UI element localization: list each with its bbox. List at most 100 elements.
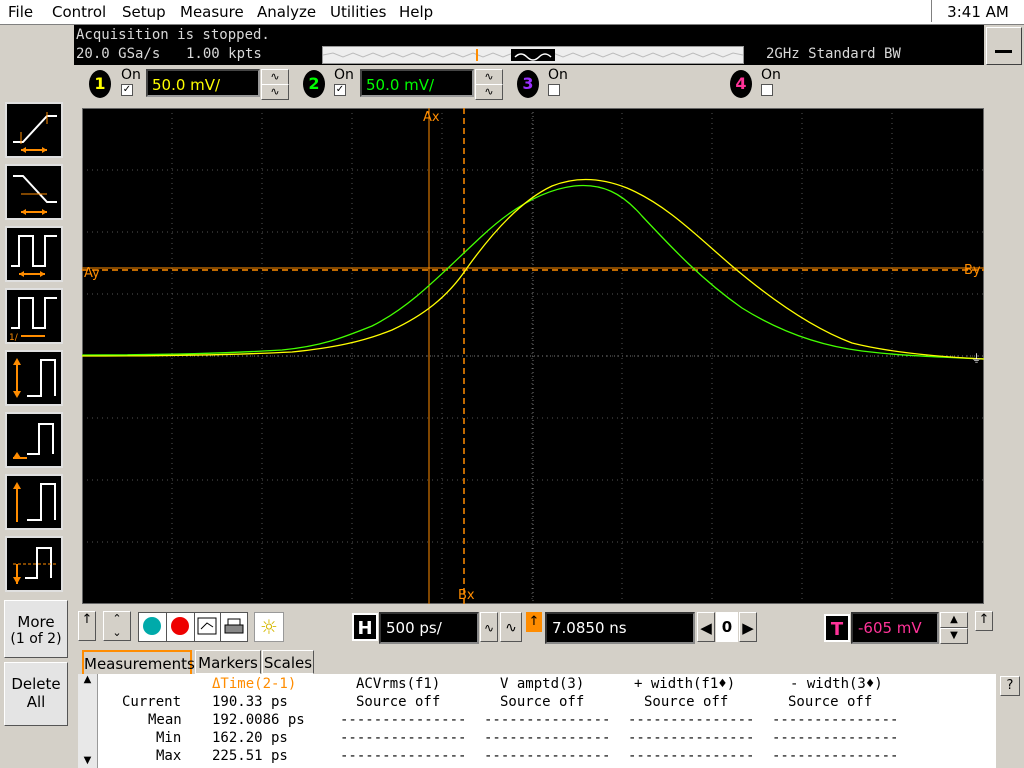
measurement-header-acvrms: ACVrms(f1) <box>356 676 441 692</box>
more-tools-button[interactable]: More (1 of 2) <box>4 600 68 658</box>
rise-time-icon <box>13 112 57 153</box>
delta-time-current: 190.33 ps <box>212 694 288 710</box>
vavg-tool[interactable] <box>5 536 63 592</box>
menu-file[interactable]: File <box>8 3 33 21</box>
period-tool[interactable] <box>5 226 63 282</box>
bottom-up-arrow-button[interactable]: ↑ <box>78 611 96 641</box>
neg-width-max: --------------- <box>772 748 899 764</box>
channel-4-on-label: On <box>761 67 781 83</box>
run-button[interactable] <box>138 612 168 642</box>
channel-1-scale[interactable]: 50.0 mV/ <box>146 69 260 97</box>
delete-all-label: All <box>26 693 46 711</box>
delay-reference-value[interactable]: 0 <box>716 612 738 642</box>
trigger-level-up-button[interactable]: ▲ <box>940 612 968 628</box>
channel-1-badge[interactable]: 1 <box>89 70 111 98</box>
trigger-label[interactable]: T <box>824 614 850 642</box>
vmin-tool[interactable] <box>5 412 63 468</box>
menu-help[interactable]: Help <box>399 3 433 21</box>
measurement-header-delta-time: ΔTime(2-1) <box>212 676 297 692</box>
rise-time-tool[interactable] <box>5 102 63 158</box>
printer-icon <box>224 618 244 634</box>
menu-control[interactable]: Control <box>52 3 106 21</box>
delay-increase-button[interactable]: ▶ <box>739 612 757 642</box>
channel-2-badge[interactable]: 2 <box>303 70 325 98</box>
single-button[interactable] <box>194 612 222 642</box>
marker-by-label: By <box>964 263 981 278</box>
trigger-reference-button[interactable]: ↑ <box>975 611 993 631</box>
tab-markers[interactable]: Markers <box>195 650 261 674</box>
channel-3-badge[interactable]: 3 <box>517 70 539 98</box>
svg-text:1/: 1/ <box>9 333 19 342</box>
channel-1-coupling-ac-button[interactable]: ∿ <box>261 69 289 85</box>
trigger-position-marker <box>476 49 478 61</box>
horizontal-scale[interactable]: 500 ps/ <box>379 612 479 644</box>
waveform-display[interactable]: ⏚ Ax Bx Ay By <box>81 108 985 604</box>
channel-2-coupling-dc-button[interactable]: ∿ <box>475 84 503 100</box>
tab-measurements[interactable]: Measurements <box>82 650 195 674</box>
overview-window[interactable] <box>511 49 555 61</box>
delta-time-min: 162.20 ps <box>212 730 288 746</box>
channel-1-coupling-dc-button[interactable]: ∿ <box>261 84 289 100</box>
row-label-min: Min <box>156 730 182 746</box>
trigger-level-down-button[interactable]: ▼ <box>940 628 968 644</box>
channel-1-on-label: On <box>121 67 141 83</box>
record-length: 1.00 kpts <box>186 46 262 62</box>
vamptd-mean: --------------- <box>484 712 611 728</box>
channel-3-on-checkbox[interactable] <box>548 84 560 96</box>
channel-2-scale[interactable]: 50.0 mV/ <box>360 69 474 97</box>
channel-2-on-checkbox[interactable]: ✓ <box>334 84 346 96</box>
menu-analyze[interactable]: Analyze <box>257 3 316 21</box>
vavg-icon <box>13 547 57 584</box>
delete-label: Delete <box>11 675 61 693</box>
horizontal-label[interactable]: H <box>352 613 378 641</box>
horizontal-fine-button[interactable]: ∿ <box>480 612 498 642</box>
delay-reference-icon: ↑ <box>526 612 542 632</box>
row-label-mean: Mean <box>148 712 182 728</box>
help-button[interactable]: ? <box>1000 676 1020 696</box>
scroll-down-icon[interactable]: ▼ <box>78 755 97 766</box>
channel-3-on-label: On <box>548 67 568 83</box>
stop-button[interactable] <box>166 612 196 642</box>
pos-width-current: Source off <box>644 694 729 710</box>
record-overview[interactable] <box>322 46 744 64</box>
acvrms-mean: --------------- <box>340 712 467 728</box>
marker-bx-label: Bx <box>458 588 475 603</box>
menu-utilities[interactable]: Utilities <box>330 3 386 21</box>
marker-ay-label: Ay <box>84 266 100 281</box>
pos-width-mean: --------------- <box>628 712 755 728</box>
trigger-level[interactable]: -605 mV <box>851 612 939 644</box>
vmax-tool[interactable] <box>5 474 63 530</box>
horizontal-delay[interactable]: 7.0850 ns <box>545 612 695 644</box>
ground-reference-icon: ⏚ <box>971 352 982 365</box>
stop-icon <box>171 617 189 635</box>
scroll-up-down-button[interactable]: ⌃ ⌄ <box>103 611 131 641</box>
tab-scales[interactable]: Scales <box>262 650 314 674</box>
channel-4-on-checkbox[interactable] <box>761 84 773 96</box>
channel-4-badge[interactable]: 4 <box>730 70 752 98</box>
vmin-icon <box>13 423 54 459</box>
period-icon <box>11 235 57 277</box>
channel-2-coupling-ac-button[interactable]: ∿ <box>475 69 503 85</box>
sample-rate: 20.0 GSa/s <box>76 46 161 62</box>
channel-1-on-checkbox[interactable]: ✓ <box>121 84 133 96</box>
vpp-tool[interactable] <box>5 350 63 406</box>
horizontal-coarse-button[interactable]: ∿ <box>500 612 522 642</box>
delay-decrease-button[interactable]: ◀ <box>697 612 715 642</box>
more-page-label: (1 of 2) <box>10 631 62 647</box>
frequency-tool[interactable]: 1/ <box>5 288 63 344</box>
minimize-button[interactable] <box>986 27 1022 65</box>
menu-measure[interactable]: Measure <box>180 3 244 21</box>
waveform-canvas: ⏚ <box>81 108 985 604</box>
menu-setup[interactable]: Setup <box>122 3 166 21</box>
delta-time-mean: 192.0086 ps <box>212 712 305 728</box>
delta-time-max: 225.51 ps <box>212 748 288 764</box>
fall-time-tool[interactable] <box>5 164 63 220</box>
acvrms-current: Source off <box>356 694 441 710</box>
delete-all-button[interactable]: Delete All <box>4 662 68 726</box>
measurements-scrollbar[interactable]: ▲ ▼ <box>78 674 98 768</box>
scroll-up-icon[interactable]: ▲ <box>78 674 97 685</box>
print-button[interactable] <box>220 612 248 642</box>
measurement-header-vamptd: V amptd(3) <box>500 676 585 692</box>
brightness-button[interactable]: ☼ <box>254 612 284 642</box>
vamptd-current: Source off <box>500 694 585 710</box>
